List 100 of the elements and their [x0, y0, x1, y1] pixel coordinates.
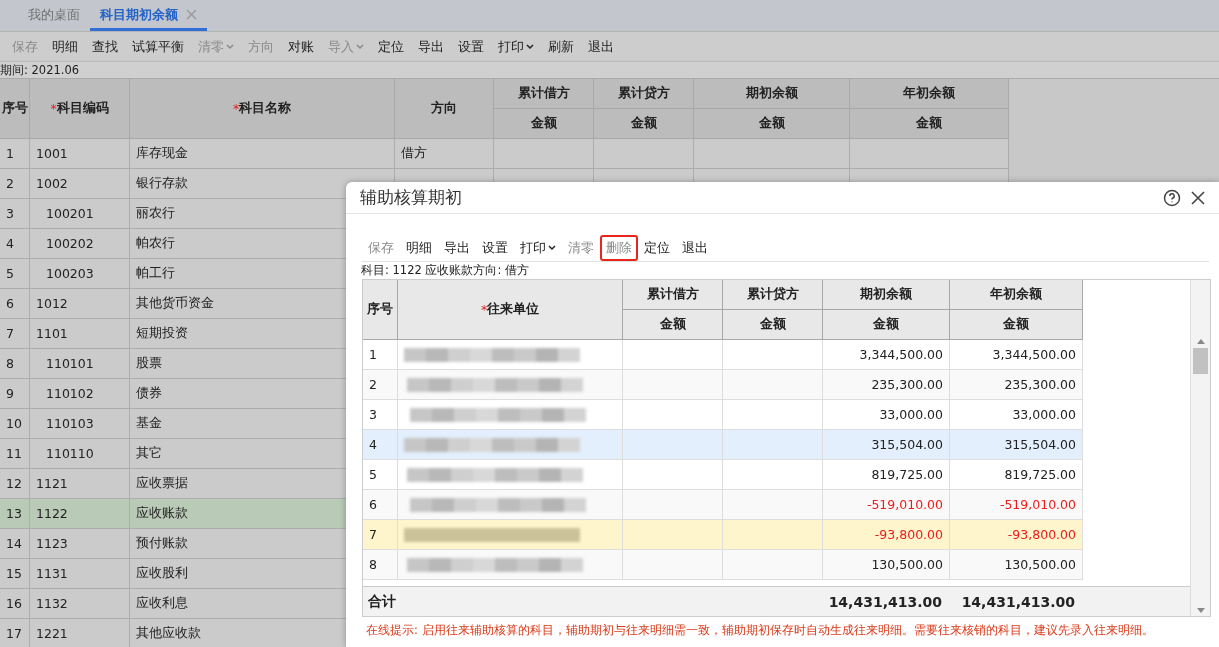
row-number: 15 [0, 559, 30, 589]
table-cell: 1002 [30, 169, 130, 199]
row-number: 7 [363, 520, 398, 550]
table-cell: 1012 [30, 289, 130, 319]
toolbar-button[interactable]: 对账 [282, 33, 320, 60]
toolbar-button[interactable]: 设置 [452, 33, 490, 60]
row-number: 9 [0, 379, 30, 409]
scroll-thumb[interactable] [1193, 348, 1208, 374]
column-header: *科目名称 [130, 79, 395, 139]
row-number: 8 [363, 550, 398, 580]
column-header: 期初余额 [823, 280, 950, 310]
table-cell: 3,344,500.00 [950, 340, 1083, 370]
row-number: 2 [0, 169, 30, 199]
row-number: 1 [363, 340, 398, 370]
scrollbar[interactable] [1190, 280, 1210, 616]
column-header: 期初余额 [694, 79, 850, 109]
toolbar-button[interactable]: 明细 [400, 234, 438, 261]
row-number: 10 [0, 409, 30, 439]
column-subheader: 金额 [950, 310, 1083, 340]
table-cell: 1131 [30, 559, 130, 589]
table-cell: 110102 [30, 379, 130, 409]
column-header: *往来单位 [398, 280, 623, 340]
row-number: 6 [0, 289, 30, 319]
row-number: 8 [0, 349, 30, 379]
toolbar-button[interactable]: 查找 [86, 33, 124, 60]
row-number: 4 [0, 229, 30, 259]
table-cell: 110110 [30, 439, 130, 469]
help-icon[interactable] [1163, 188, 1181, 207]
row-number: 16 [0, 589, 30, 619]
table-cell: -519,010.00 [823, 490, 950, 520]
column-subheader: 金额 [694, 109, 850, 139]
column-header: 方向 [395, 79, 494, 139]
scroll-down-icon[interactable] [1196, 608, 1205, 614]
table-cell: 110101 [30, 349, 130, 379]
column-subheader: 金额 [623, 310, 723, 340]
table-cell: 1132 [30, 589, 130, 619]
row-number: 6 [363, 490, 398, 520]
column-subheader: 金额 [850, 109, 1009, 139]
table-cell: 110103 [30, 409, 130, 439]
table-cell: 100203 [30, 259, 130, 289]
table-cell: 3,344,500.00 [823, 340, 950, 370]
table-cell: 819,725.00 [950, 460, 1083, 490]
row-number: 5 [363, 460, 398, 490]
row-number: 14 [0, 529, 30, 559]
table-cell: 315,504.00 [950, 430, 1083, 460]
toolbar-button[interactable]: 导出 [438, 234, 476, 261]
toolbar-button[interactable]: 试算平衡 [126, 33, 190, 60]
table-cell: 1121 [30, 469, 130, 499]
column-header: 年初余额 [950, 280, 1083, 310]
toolbar-button[interactable]: 设置 [476, 234, 514, 261]
column-header: 年初余额 [850, 79, 1009, 109]
row-number: 13 [0, 499, 30, 529]
table-cell: 100201 [30, 199, 130, 229]
row-number: 3 [363, 400, 398, 430]
column-header: 序号 [363, 280, 398, 340]
table-cell: 100202 [30, 229, 130, 259]
column-subheader: 金额 [823, 310, 950, 340]
close-icon[interactable] [1191, 190, 1205, 205]
column-subheader: 金额 [723, 310, 823, 340]
row-number: 1 [0, 139, 30, 169]
table-cell: -93,800.00 [950, 520, 1083, 550]
table-cell: 130,500.00 [823, 550, 950, 580]
toolbar-button[interactable]: 定位 [638, 234, 676, 261]
toolbar-button[interactable]: 明细 [46, 33, 84, 60]
column-header: 累计借方 [494, 79, 594, 109]
toolbar-button[interactable]: 打印 [514, 234, 562, 261]
toolbar-button[interactable]: 打印 [492, 33, 540, 60]
table-cell: 235,300.00 [950, 370, 1083, 400]
toolbar-button[interactable]: 退出 [676, 234, 714, 261]
table-cell: 130,500.00 [950, 550, 1083, 580]
toolbar-button[interactable]: 退出 [582, 33, 620, 60]
table-cell: 1001 [30, 139, 130, 169]
table-cell: 1123 [30, 529, 130, 559]
table-cell: 库存现金 [130, 139, 395, 169]
column-header: 累计借方 [623, 280, 723, 310]
row-number: 7 [0, 319, 30, 349]
row-number: 3 [0, 199, 30, 229]
toolbar-button[interactable]: 刷新 [542, 33, 580, 60]
total-value: 14,431,413.00 [827, 593, 943, 610]
column-header: 累计贷方 [723, 280, 823, 310]
row-number: 12 [0, 469, 30, 499]
toolbar-button[interactable]: 导出 [412, 33, 450, 60]
table-cell: 819,725.00 [823, 460, 950, 490]
table-cell: 1122 [30, 499, 130, 529]
column-subheader: 金额 [594, 109, 694, 139]
scroll-up-icon[interactable] [1196, 338, 1205, 344]
toolbar-button[interactable]: 定位 [372, 33, 410, 60]
row-number: 2 [363, 370, 398, 400]
table-cell: -519,010.00 [950, 490, 1083, 520]
row-number: 11 [0, 439, 30, 469]
row-number: 5 [0, 259, 30, 289]
table-cell: 33,000.00 [823, 400, 950, 430]
row-number: 4 [363, 430, 398, 460]
table-cell: 借方 [395, 139, 494, 169]
period-label: 期间: 2021.06 [0, 62, 1219, 79]
column-header: *科目编码 [30, 79, 130, 139]
column-subheader: 金额 [494, 109, 594, 139]
total-label: 合计 [367, 592, 397, 611]
column-header: 序号 [0, 79, 30, 139]
table-cell: 315,504.00 [823, 430, 950, 460]
